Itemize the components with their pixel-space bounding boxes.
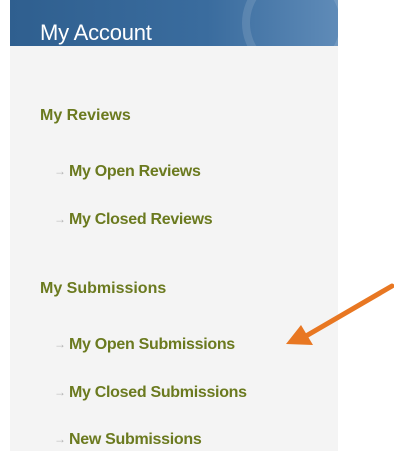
orange-callout-arrow-icon [286,283,394,345]
callout-arrow-shaft [303,283,394,339]
